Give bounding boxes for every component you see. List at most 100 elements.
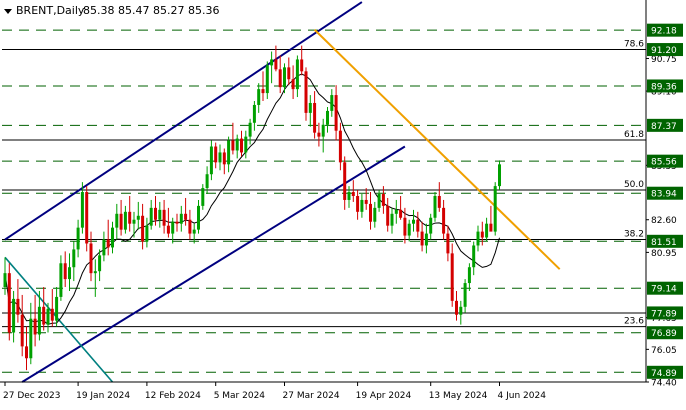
candle-body — [12, 298, 16, 333]
candle-body — [29, 318, 33, 359]
candle-body — [197, 205, 200, 230]
candle-body — [136, 215, 140, 220]
candle-body — [403, 217, 407, 236]
y-tick-label: 90.75 — [651, 55, 677, 65]
candle-body — [98, 255, 102, 272]
candle-body — [450, 253, 454, 301]
x-tick-label: 19 Jan 2024 — [76, 391, 130, 401]
chart-title: BRENT,Daily — [16, 4, 85, 17]
candle-body — [472, 245, 476, 268]
candlestick — [433, 192, 437, 222]
candle-body — [166, 225, 170, 234]
candle-body — [179, 213, 183, 224]
candle-body — [42, 306, 46, 325]
candle-body — [498, 164, 501, 187]
candle-body — [7, 273, 11, 333]
chart-container: 78.661.850.038.223.6 90.7589.1085.3582.6… — [0, 0, 686, 405]
price-badge-label: 77.89 — [651, 309, 677, 319]
candle-body — [373, 207, 377, 222]
price-badge-label: 83.94 — [651, 190, 677, 200]
candle-body — [274, 59, 278, 70]
candle-body — [291, 79, 295, 90]
candle-body — [412, 219, 415, 224]
candle-body — [330, 95, 334, 111]
candle-body — [192, 229, 196, 234]
price-badge-label: 74.89 — [651, 369, 677, 379]
candle-body — [356, 195, 360, 212]
candle-body — [111, 227, 114, 248]
y-tick-label: 82.60 — [651, 216, 677, 226]
candle-body — [317, 132, 321, 137]
candle-body — [446, 233, 450, 254]
candle-body — [201, 188, 205, 206]
candlestick — [209, 140, 213, 181]
candle-body — [240, 138, 243, 153]
candle-body — [270, 59, 274, 66]
fib-level-label: 61.8 — [624, 130, 644, 140]
candle-body — [321, 124, 325, 137]
candle-body — [437, 195, 441, 208]
price-badge-label: 81.51 — [651, 238, 677, 248]
candle-body — [145, 225, 149, 242]
price-chart: 78.661.850.038.223.6 90.7589.1085.3582.6… — [0, 0, 686, 405]
price-badge-label: 91.20 — [651, 46, 677, 56]
candle-body — [313, 102, 317, 133]
candle-body — [399, 209, 403, 218]
candle-body — [3, 273, 7, 288]
x-tick-label: 12 Feb 2024 — [145, 391, 201, 401]
candle-body — [231, 140, 235, 151]
candle-body — [394, 209, 398, 214]
candle-body — [123, 211, 127, 230]
candle-body — [485, 223, 489, 238]
x-tick-label: 27 Dec 2023 — [3, 391, 61, 401]
candle-body — [283, 67, 286, 88]
candlestick — [493, 182, 497, 236]
candle-body — [455, 300, 458, 315]
candle-body — [265, 65, 269, 94]
candle-body — [489, 223, 493, 232]
x-tick-label: 4 Jun 2024 — [498, 391, 547, 401]
chart-background — [0, 0, 686, 405]
fib-level-label: 50.0 — [624, 180, 644, 190]
fib-level-label: 78.6 — [624, 40, 644, 50]
candlestick — [7, 263, 11, 341]
candle-body — [351, 192, 355, 196]
candle-body — [257, 89, 261, 105]
x-tick-label: 13 May 2024 — [429, 391, 488, 401]
candle-body — [184, 213, 188, 220]
candle-body — [300, 59, 304, 72]
candle-body — [390, 213, 394, 226]
candle-body — [334, 95, 338, 131]
candle-body — [459, 306, 463, 315]
y-tick-label: 80.95 — [651, 249, 677, 259]
candle-body — [304, 71, 308, 113]
fib-level-label: 23.6 — [624, 317, 644, 327]
candle-body — [102, 239, 106, 256]
candle-body — [106, 239, 110, 248]
candle-body — [37, 306, 41, 335]
candle-body — [72, 249, 76, 268]
candle-body — [89, 243, 93, 274]
candle-body — [20, 314, 24, 347]
candle-body — [407, 223, 411, 236]
candle-body — [149, 207, 153, 226]
x-tick-label: 5 Mar 2024 — [214, 391, 266, 401]
candle-body — [252, 104, 256, 123]
candle-body — [158, 209, 162, 220]
candle-body — [308, 102, 312, 113]
candle-body — [338, 130, 342, 163]
price-badge-label: 79.14 — [651, 285, 677, 295]
candle-body — [222, 152, 226, 165]
candle-body — [141, 215, 145, 242]
candle-body — [420, 231, 424, 246]
candle-body — [115, 213, 119, 228]
candle-body — [209, 146, 213, 175]
candle-body — [326, 110, 329, 125]
price-badge-label: 85.56 — [651, 158, 677, 168]
x-tick-label: 27 Mar 2024 — [283, 391, 340, 401]
candle-body — [244, 136, 248, 153]
candle-body — [205, 174, 209, 189]
candle-body — [55, 296, 59, 321]
candle-body — [154, 207, 157, 220]
price-badge-label: 89.36 — [651, 82, 677, 92]
